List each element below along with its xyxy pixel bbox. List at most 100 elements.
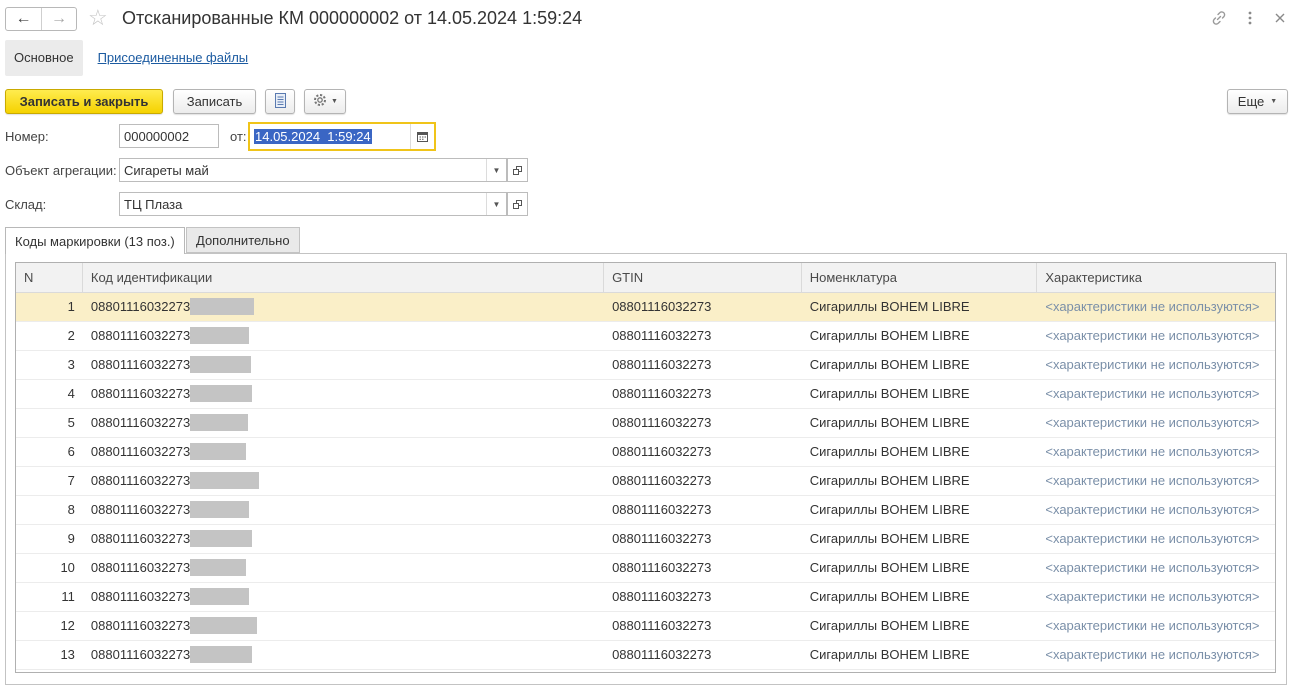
row-characteristic-cell: <характеристики не используются> bbox=[1037, 496, 1275, 524]
chevron-down-icon[interactable]: ▼ bbox=[486, 159, 506, 181]
row-characteristic-cell: <характеристики не используются> bbox=[1037, 554, 1275, 582]
row-number-cell: 6 bbox=[16, 438, 83, 466]
forward-arrow-icon[interactable]: → bbox=[41, 8, 76, 30]
tab-additional[interactable]: Дополнительно bbox=[186, 227, 300, 253]
row-code-cell: 08801116032273 bbox=[83, 612, 604, 640]
table-row[interactable]: 1 08801116032273 08801116032273 Сигариллы B… bbox=[16, 293, 1275, 322]
table-row[interactable]: 6 08801116032273 08801116032273 Сигариллы B… bbox=[16, 438, 1275, 467]
tab-marking-codes[interactable]: Коды маркировки (13 поз.) bbox=[5, 227, 185, 254]
table-row[interactable]: 10 08801116032273 08801116032273 Сигариллы … bbox=[16, 554, 1275, 583]
row-characteristic: <характеристики не используются> bbox=[1045, 473, 1260, 488]
chevron-down-icon[interactable]: ▼ bbox=[486, 193, 506, 215]
column-header-code[interactable]: Код идентификации bbox=[83, 263, 605, 293]
more-vert-icon[interactable] bbox=[1240, 8, 1260, 28]
save-button[interactable]: Записать bbox=[173, 89, 256, 114]
row-number-cell: 11 bbox=[16, 583, 83, 611]
row-item-cell: Сигариллы BOHEM LIBRE bbox=[802, 322, 1038, 350]
row-number: 1 bbox=[67, 299, 75, 314]
row-code: 08801116032273 bbox=[90, 647, 191, 662]
close-icon[interactable] bbox=[1270, 8, 1290, 28]
chevron-down-icon: ▼ bbox=[331, 98, 338, 105]
table-row[interactable]: 3 08801116032273 08801116032273 Сигариллы B… bbox=[16, 351, 1275, 380]
redacted-code-suffix bbox=[190, 326, 250, 344]
row-code: 08801116032273 bbox=[90, 502, 191, 517]
more-button-label: Еще bbox=[1237, 94, 1265, 109]
row-gtin-cell: 08801116032273 bbox=[604, 525, 802, 553]
warehouse-value: ТЦ Плаза bbox=[124, 196, 183, 212]
open-warehouse-button[interactable] bbox=[507, 192, 528, 216]
tab-main[interactable]: Основное bbox=[5, 40, 83, 76]
settings-menu-button[interactable]: ▼ bbox=[304, 89, 346, 114]
more-button[interactable]: Еще ▼ bbox=[1227, 89, 1288, 114]
row-item: Сигариллы BOHEM LIBRE bbox=[809, 444, 970, 459]
aggregation-field[interactable]: Сигареты май ▼ bbox=[119, 158, 507, 182]
save-and-close-button[interactable]: Записать и закрыть bbox=[5, 89, 163, 114]
nav-buttons: ← → bbox=[5, 7, 77, 31]
row-gtin-cell: 08801116032273 bbox=[604, 293, 802, 321]
row-number: 9 bbox=[67, 531, 75, 546]
table-row[interactable]: 7 08801116032273 08801116032273 Сигариллы B… bbox=[16, 467, 1275, 496]
column-header-n[interactable]: N bbox=[16, 263, 83, 293]
date-field[interactable]: 14.05.2024 1:59:24 bbox=[248, 122, 436, 151]
row-item: Сигариллы BOHEM LIBRE bbox=[809, 618, 970, 633]
open-aggregation-button[interactable] bbox=[507, 158, 528, 182]
row-characteristic-cell: <характеристики не используются> bbox=[1037, 409, 1275, 437]
column-header-characteristic[interactable]: Характеристика bbox=[1037, 263, 1275, 293]
row-characteristic-cell: <характеристики не используются> bbox=[1037, 351, 1275, 379]
row-number: 10 bbox=[60, 560, 75, 575]
row-code-cell: 08801116032273 bbox=[83, 467, 604, 495]
table-row[interactable]: 8 08801116032273 08801116032273 Сигариллы B… bbox=[16, 496, 1275, 525]
redacted-code-suffix bbox=[190, 297, 255, 315]
row-item-cell: Сигариллы BOHEM LIBRE bbox=[802, 583, 1038, 611]
row-code: 08801116032273 bbox=[90, 357, 191, 372]
link-icon[interactable] bbox=[1209, 8, 1229, 28]
column-header-item[interactable]: Номенклатура bbox=[802, 263, 1038, 293]
row-number-cell: 12 bbox=[16, 612, 83, 640]
report-button[interactable] bbox=[265, 89, 295, 114]
table-row[interactable]: 2 08801116032273 08801116032273 Сигариллы B… bbox=[16, 322, 1275, 351]
row-code-cell: 08801116032273 bbox=[83, 322, 604, 350]
number-field[interactable]: 000000002 bbox=[119, 124, 219, 148]
window-title: Отсканированные КМ 000000002 от 14.05.20… bbox=[122, 8, 583, 28]
row-characteristic: <характеристики не используются> bbox=[1045, 386, 1260, 401]
back-arrow-icon[interactable]: ← bbox=[6, 8, 41, 30]
row-code-cell: 08801116032273 bbox=[83, 380, 604, 408]
row-code-cell: 08801116032273 bbox=[83, 438, 604, 466]
row-item-cell: Сигариллы BOHEM LIBRE bbox=[802, 554, 1038, 582]
aggregation-label: Объект агрегации: bbox=[5, 163, 117, 178]
row-characteristic: <характеристики не используются> bbox=[1045, 502, 1260, 517]
table-row[interactable]: 12 08801116032273 08801116032273 Сигариллы … bbox=[16, 612, 1275, 641]
row-gtin-cell: 08801116032273 bbox=[604, 438, 802, 466]
row-gtin-cell: 08801116032273 bbox=[604, 467, 802, 495]
column-header-gtin[interactable]: GTIN bbox=[604, 263, 802, 293]
calendar-icon[interactable] bbox=[410, 124, 434, 149]
row-code-cell: 08801116032273 bbox=[83, 351, 604, 379]
table-row[interactable]: 13 08801116032273 08801116032273 Сигариллы … bbox=[16, 641, 1275, 670]
table-row[interactable]: 9 08801116032273 08801116032273 Сигариллы B… bbox=[16, 525, 1275, 554]
redacted-code-suffix bbox=[190, 616, 258, 634]
row-gtin: 08801116032273 bbox=[612, 473, 712, 488]
row-item: Сигариллы BOHEM LIBRE bbox=[809, 328, 970, 343]
table-row[interactable]: 11 08801116032273 08801116032273 Сигариллы … bbox=[16, 583, 1275, 612]
row-code: 08801116032273 bbox=[90, 328, 191, 343]
row-item: Сигариллы BOHEM LIBRE bbox=[809, 589, 970, 604]
row-number: 2 bbox=[67, 328, 75, 343]
row-characteristic-cell: <характеристики не используются> bbox=[1037, 641, 1275, 669]
redacted-code-suffix bbox=[190, 558, 247, 576]
row-item: Сигариллы BOHEM LIBRE bbox=[809, 386, 970, 401]
row-characteristic: <характеристики не используются> bbox=[1045, 328, 1260, 343]
table-row[interactable]: 5 08801116032273 08801116032273 Сигариллы B… bbox=[16, 409, 1275, 438]
row-item: Сигариллы BOHEM LIBRE bbox=[809, 299, 970, 314]
warehouse-field[interactable]: ТЦ Плаза ▼ bbox=[119, 192, 507, 216]
table-row[interactable]: 4 08801116032273 08801116032273 Сигариллы B… bbox=[16, 380, 1275, 409]
row-number: 8 bbox=[67, 502, 75, 517]
number-value: 000000002 bbox=[124, 128, 190, 144]
row-characteristic: <характеристики не используются> bbox=[1045, 444, 1260, 459]
row-number: 3 bbox=[67, 357, 75, 372]
row-code: 08801116032273 bbox=[90, 618, 191, 633]
tab-attached-files[interactable]: Присоединенные файлы bbox=[83, 40, 258, 76]
row-code: 08801116032273 bbox=[90, 531, 191, 546]
favorite-star-icon[interactable]: ☆ bbox=[88, 6, 108, 30]
redacted-code-suffix bbox=[190, 471, 260, 489]
row-code: 08801116032273 bbox=[90, 444, 191, 459]
